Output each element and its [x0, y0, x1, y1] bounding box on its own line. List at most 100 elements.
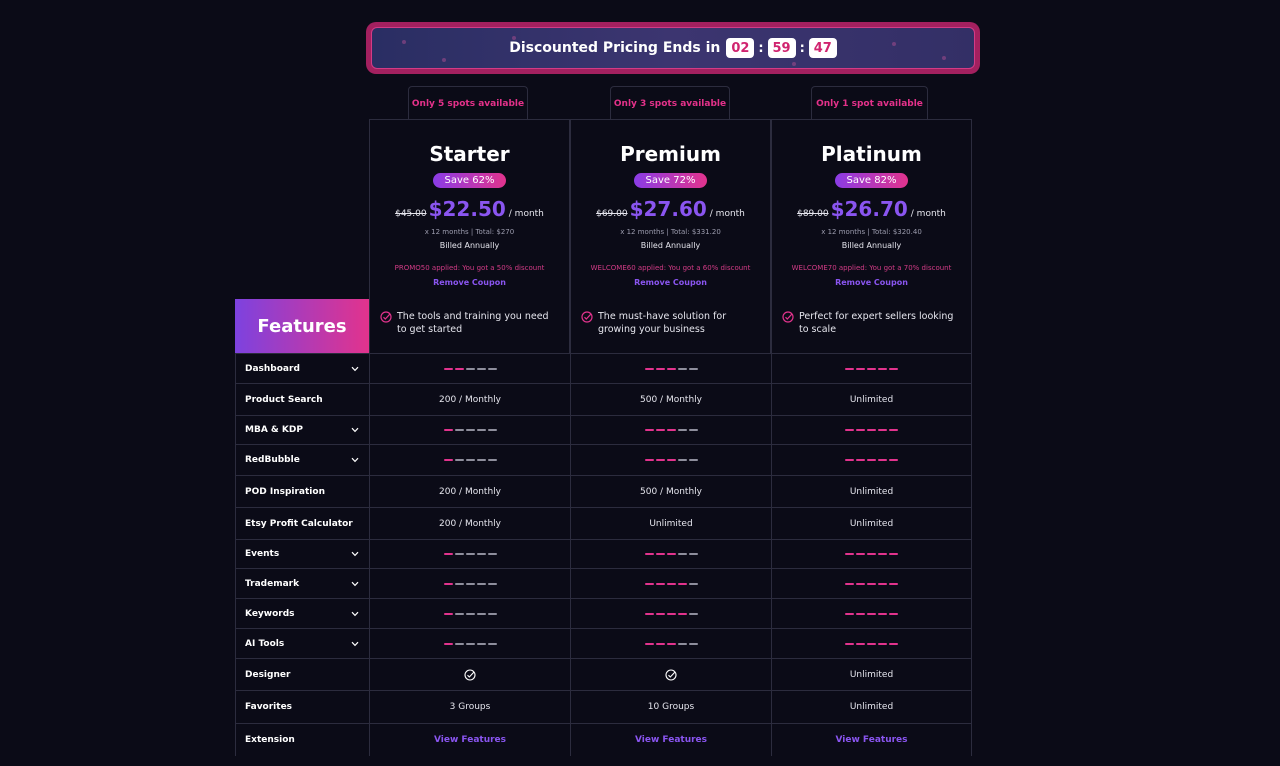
feature-value-cell [570, 659, 771, 690]
rating-bar [655, 642, 665, 645]
rating-bar [454, 459, 464, 461]
chevron-down-icon[interactable] [351, 551, 359, 557]
rating-bar [644, 429, 654, 431]
rating-bar [867, 429, 876, 431]
feature-name-cell: Product Search [235, 384, 369, 415]
chevron-down-icon[interactable] [351, 611, 359, 617]
feature-value-cell [771, 445, 972, 475]
feature-value: 200 / Monthly [439, 486, 501, 497]
rating-bar [867, 367, 876, 370]
chevron-down-icon[interactable] [351, 641, 359, 647]
rating-bars [443, 367, 497, 370]
check-circle-icon [782, 311, 794, 323]
feature-row[interactable]: AI Tools [235, 628, 972, 658]
rating-bars [845, 582, 898, 585]
feature-name: RedBubble [245, 455, 300, 465]
feature-value-cell [369, 540, 570, 568]
chevron-down-icon[interactable] [351, 427, 359, 433]
countdown-banner: Discounted Pricing Ends in 02 : 59 : 47 [366, 22, 980, 74]
feature-value: 10 Groups [647, 702, 695, 712]
feature-value-cell: Unlimited [771, 384, 972, 415]
feature-value-cell [570, 445, 771, 475]
feature-name-cell[interactable]: Trademark [235, 569, 369, 598]
feature-row[interactable]: Dashboard [235, 353, 972, 383]
feature-name-cell[interactable]: RedBubble [235, 445, 369, 475]
feature-value-cell[interactable]: View Features [369, 724, 570, 756]
rating-bar [688, 612, 698, 615]
view-features-link[interactable]: View Features [635, 735, 707, 745]
feature-value-cell: 500 / Monthly [570, 384, 771, 415]
rating-bar [487, 429, 497, 431]
rating-bar [454, 642, 464, 645]
feature-row: Extension View Features View Features View … [235, 723, 972, 756]
feature-row: Favorites 3 Groups 10 Groups Unlimited [235, 690, 972, 723]
rating-bar [476, 367, 486, 370]
price-totals: x 12 months | Total: $320.40 [821, 228, 922, 236]
rating-bar [644, 553, 654, 555]
countdown-minutes: 59 [767, 38, 796, 58]
feature-name: Product Search [245, 394, 323, 405]
feature-value-cell [570, 599, 771, 628]
rating-bar [845, 612, 854, 615]
feature-value-cell: Unlimited [771, 476, 972, 507]
feature-name-cell[interactable]: Dashboard [235, 354, 369, 383]
chevron-down-icon[interactable] [351, 581, 359, 587]
plan-platinum: Platinum Save 82% $89.00 $26.70 / month … [771, 119, 972, 354]
rating-bar [487, 459, 497, 461]
price-totals: x 12 months | Total: $270 [424, 228, 515, 236]
feature-value-cell [369, 445, 570, 475]
remove-coupon-link[interactable]: Remove Coupon [571, 278, 770, 287]
feature-row: POD Inspiration 200 / Monthly 500 / Monthl… [235, 475, 972, 507]
plan-description: Perfect for expert sellers looking to sc… [782, 310, 961, 336]
feature-value-cell [570, 540, 771, 568]
view-features-link[interactable]: View Features [835, 735, 907, 745]
feature-value-cell[interactable]: View Features [570, 724, 771, 756]
remove-coupon-link[interactable]: Remove Coupon [772, 278, 971, 287]
plan-name: Starter [429, 142, 510, 166]
old-price: $69.00 [596, 209, 628, 219]
rating-bar [476, 553, 486, 555]
rating-bar [878, 642, 887, 645]
plan-description-text: The tools and training you need to get s… [397, 311, 549, 335]
rating-bar [688, 367, 698, 370]
rating-bar [889, 429, 898, 431]
rating-bar [867, 582, 876, 585]
feature-value: Unlimited [849, 702, 894, 712]
rating-bar [644, 367, 654, 370]
remove-coupon-link[interactable]: Remove Coupon [370, 278, 569, 287]
rating-bar [878, 367, 887, 370]
feature-row[interactable]: RedBubble [235, 444, 972, 475]
rating-bar [644, 642, 654, 645]
feature-name-cell[interactable]: MBA & KDP [235, 416, 369, 444]
rating-bar [845, 553, 854, 555]
feature-value-cell[interactable]: View Features [771, 724, 972, 756]
feature-name-cell[interactable]: Events [235, 540, 369, 568]
promo-applied: WELCOME60 applied: You got a 60% discoun… [590, 264, 751, 272]
feature-name-cell[interactable]: AI Tools [235, 629, 369, 658]
plan-starter: Starter Save 62% $45.00 $22.50 / month x… [369, 119, 570, 354]
save-badge: Save 82% [834, 173, 909, 188]
feature-row[interactable]: MBA & KDP [235, 415, 972, 444]
feature-row[interactable]: Trademark [235, 568, 972, 598]
rating-bar [867, 612, 876, 615]
feature-value-cell [369, 629, 570, 658]
feature-name-cell[interactable]: Keywords [235, 599, 369, 628]
chevron-down-icon[interactable] [351, 457, 359, 463]
promo-applied: WELCOME70 applied: You got a 70% discoun… [791, 264, 952, 272]
feature-value-cell [570, 629, 771, 658]
rating-bar [476, 429, 486, 431]
rating-bar [465, 367, 475, 370]
rating-bar [688, 429, 698, 431]
feature-row[interactable]: Keywords [235, 598, 972, 628]
feature-value-cell: 200 / Monthly [369, 476, 570, 507]
price-row: $69.00 $27.60 / month [571, 197, 770, 221]
feature-name-cell: Extension [235, 724, 369, 756]
rating-bar [465, 553, 475, 555]
view-features-link[interactable]: View Features [434, 735, 506, 745]
chevron-down-icon[interactable] [351, 366, 359, 372]
rating-bar [889, 367, 898, 370]
feature-row[interactable]: Events [235, 539, 972, 568]
feature-value-cell: 10 Groups [570, 691, 771, 723]
feature-name: Keywords [245, 608, 295, 619]
rating-bar [465, 612, 475, 615]
